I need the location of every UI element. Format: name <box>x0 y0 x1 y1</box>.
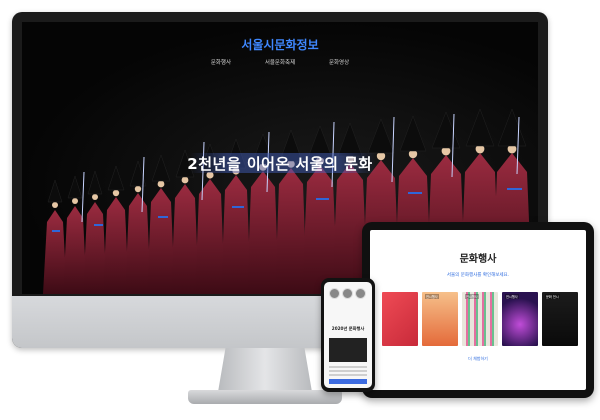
phone-screen: 2020년 문화행사 <box>324 282 372 388</box>
avatar[interactable] <box>329 288 340 299</box>
site-title[interactable]: 서울시문화정보 <box>22 36 538 53</box>
text-line <box>329 374 367 376</box>
tablet-page-subtitle: 서울의 문화행사를 확인해보세요. <box>446 273 510 278</box>
poster-card[interactable]: 전시행사 <box>462 292 498 346</box>
nav-item-festivals[interactable]: 서울문화축제 <box>265 58 295 66</box>
poster-tag: 전시행사 <box>505 294 519 299</box>
avatar[interactable] <box>342 288 353 299</box>
phone-thumbnails <box>329 288 366 299</box>
phone-event-image[interactable] <box>329 338 367 362</box>
poster-card[interactable]: 문화 전시 <box>542 292 578 346</box>
hero-headline: 2천년을 이어온 서울의 문화 <box>187 155 373 173</box>
nav-item-events[interactable]: 문화행사 <box>211 58 231 66</box>
poster-card[interactable]: 전시행사 <box>502 292 538 346</box>
nav-item-videos[interactable]: 문화영상 <box>329 58 349 66</box>
tablet-page-title: 문화행사 <box>459 254 497 265</box>
phone-action-button[interactable] <box>329 379 367 384</box>
monitor-stand-base <box>188 390 342 404</box>
poster-card[interactable] <box>382 292 418 346</box>
poster-list: 전시행사 전시행사 전시행사 문화 전시 <box>382 292 578 346</box>
monitor-stand <box>218 348 312 392</box>
main-nav: 문화행사 서울문화축제 문화영상 <box>22 58 538 66</box>
phone-device: 2020년 문화행사 <box>321 278 375 392</box>
poster-tag: 전시행사 <box>465 294 479 299</box>
text-line <box>329 366 367 368</box>
poster-card[interactable]: 전시행사 <box>422 292 458 346</box>
tablet-screen: 문화행사 서울의 문화행사를 확인해보세요. 전시행사 전시행사 전시행사 문화… <box>370 230 586 390</box>
poster-tag: 문화 전시 <box>545 294 560 299</box>
text-line <box>329 370 367 372</box>
more-link[interactable]: 더 체험하기 <box>370 356 586 362</box>
phone-section-title: 2020년 문화행사 <box>331 326 365 331</box>
avatar[interactable] <box>355 288 366 299</box>
phone-text-lines <box>329 366 367 378</box>
tablet-device: 문화행사 서울의 문화행사를 확인해보세요. 전시행사 전시행사 전시행사 문화… <box>362 222 594 398</box>
poster-tag: 전시행사 <box>425 294 439 299</box>
